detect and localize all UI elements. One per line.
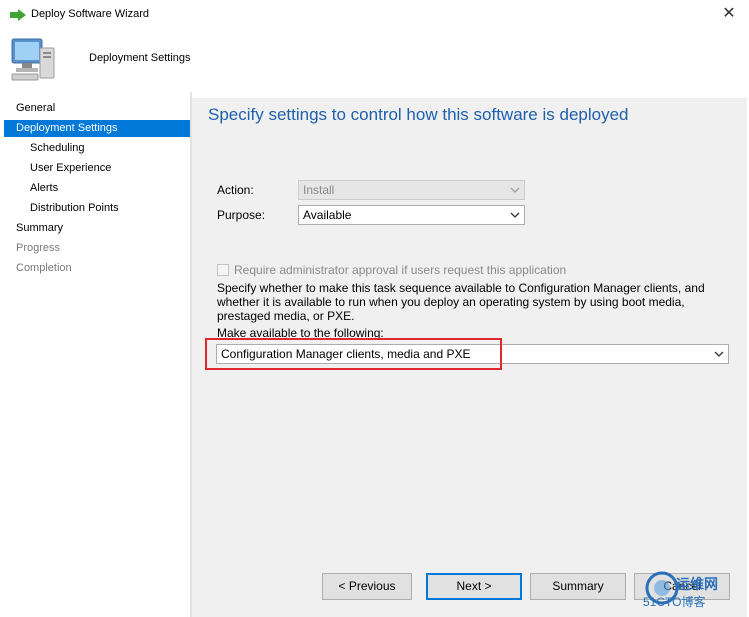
purpose-value: Available xyxy=(303,208,352,222)
title-bar: Deploy Software Wizard ✕ xyxy=(0,0,749,30)
close-button[interactable]: ✕ xyxy=(717,3,741,25)
approval-checkbox-label: Require administrator approval if users … xyxy=(234,263,567,277)
next-button[interactable]: Next > xyxy=(426,573,522,600)
action-label: Action: xyxy=(217,183,254,197)
watermark-text-1: 运维网 xyxy=(676,576,718,592)
wizard-steps-nav: General Deployment Settings Scheduling U… xyxy=(4,92,190,617)
chevron-down-icon xyxy=(510,187,520,193)
green-arrow-icon xyxy=(10,9,26,21)
nav-item-alerts[interactable]: Alerts xyxy=(4,180,190,197)
nav-item-summary[interactable]: Summary xyxy=(4,220,190,237)
highlight-annotation xyxy=(205,338,502,370)
nav-item-completion: Completion xyxy=(16,262,72,274)
content-top-strip xyxy=(192,92,747,98)
nav-item-user-experience[interactable]: User Experience xyxy=(4,160,190,177)
action-value: Install xyxy=(303,183,335,197)
nav-item-scheduling[interactable]: Scheduling xyxy=(4,140,190,157)
wizard-header: Deployment Settings xyxy=(0,30,749,92)
approval-checkbox xyxy=(217,264,229,276)
chevron-down-icon xyxy=(714,351,724,357)
summary-button[interactable]: Summary xyxy=(530,573,626,600)
watermark-text-2: 51CTO博客 xyxy=(643,595,706,609)
chevron-down-icon xyxy=(510,212,520,218)
nav-item-distribution-points[interactable]: Distribution Points xyxy=(4,200,190,217)
header-title: Deployment Settings xyxy=(89,52,191,64)
nav-item-deployment-settings[interactable]: Deployment Settings xyxy=(4,120,190,137)
purpose-label: Purpose: xyxy=(217,208,266,222)
nav-item-general[interactable]: General xyxy=(4,100,190,117)
content-panel: Specify settings to control how this sof… xyxy=(192,92,747,617)
previous-button[interactable]: < Previous xyxy=(322,573,412,600)
computer-icon xyxy=(11,38,55,81)
nav-item-progress: Progress xyxy=(16,242,61,254)
purpose-select[interactable]: Available xyxy=(298,205,525,225)
description-text: Specify whether to make this task sequen… xyxy=(217,281,705,323)
window-title: Deploy Software Wizard xyxy=(31,8,149,20)
page-heading: Specify settings to control how this sof… xyxy=(208,105,629,124)
action-select: Install xyxy=(298,180,525,200)
